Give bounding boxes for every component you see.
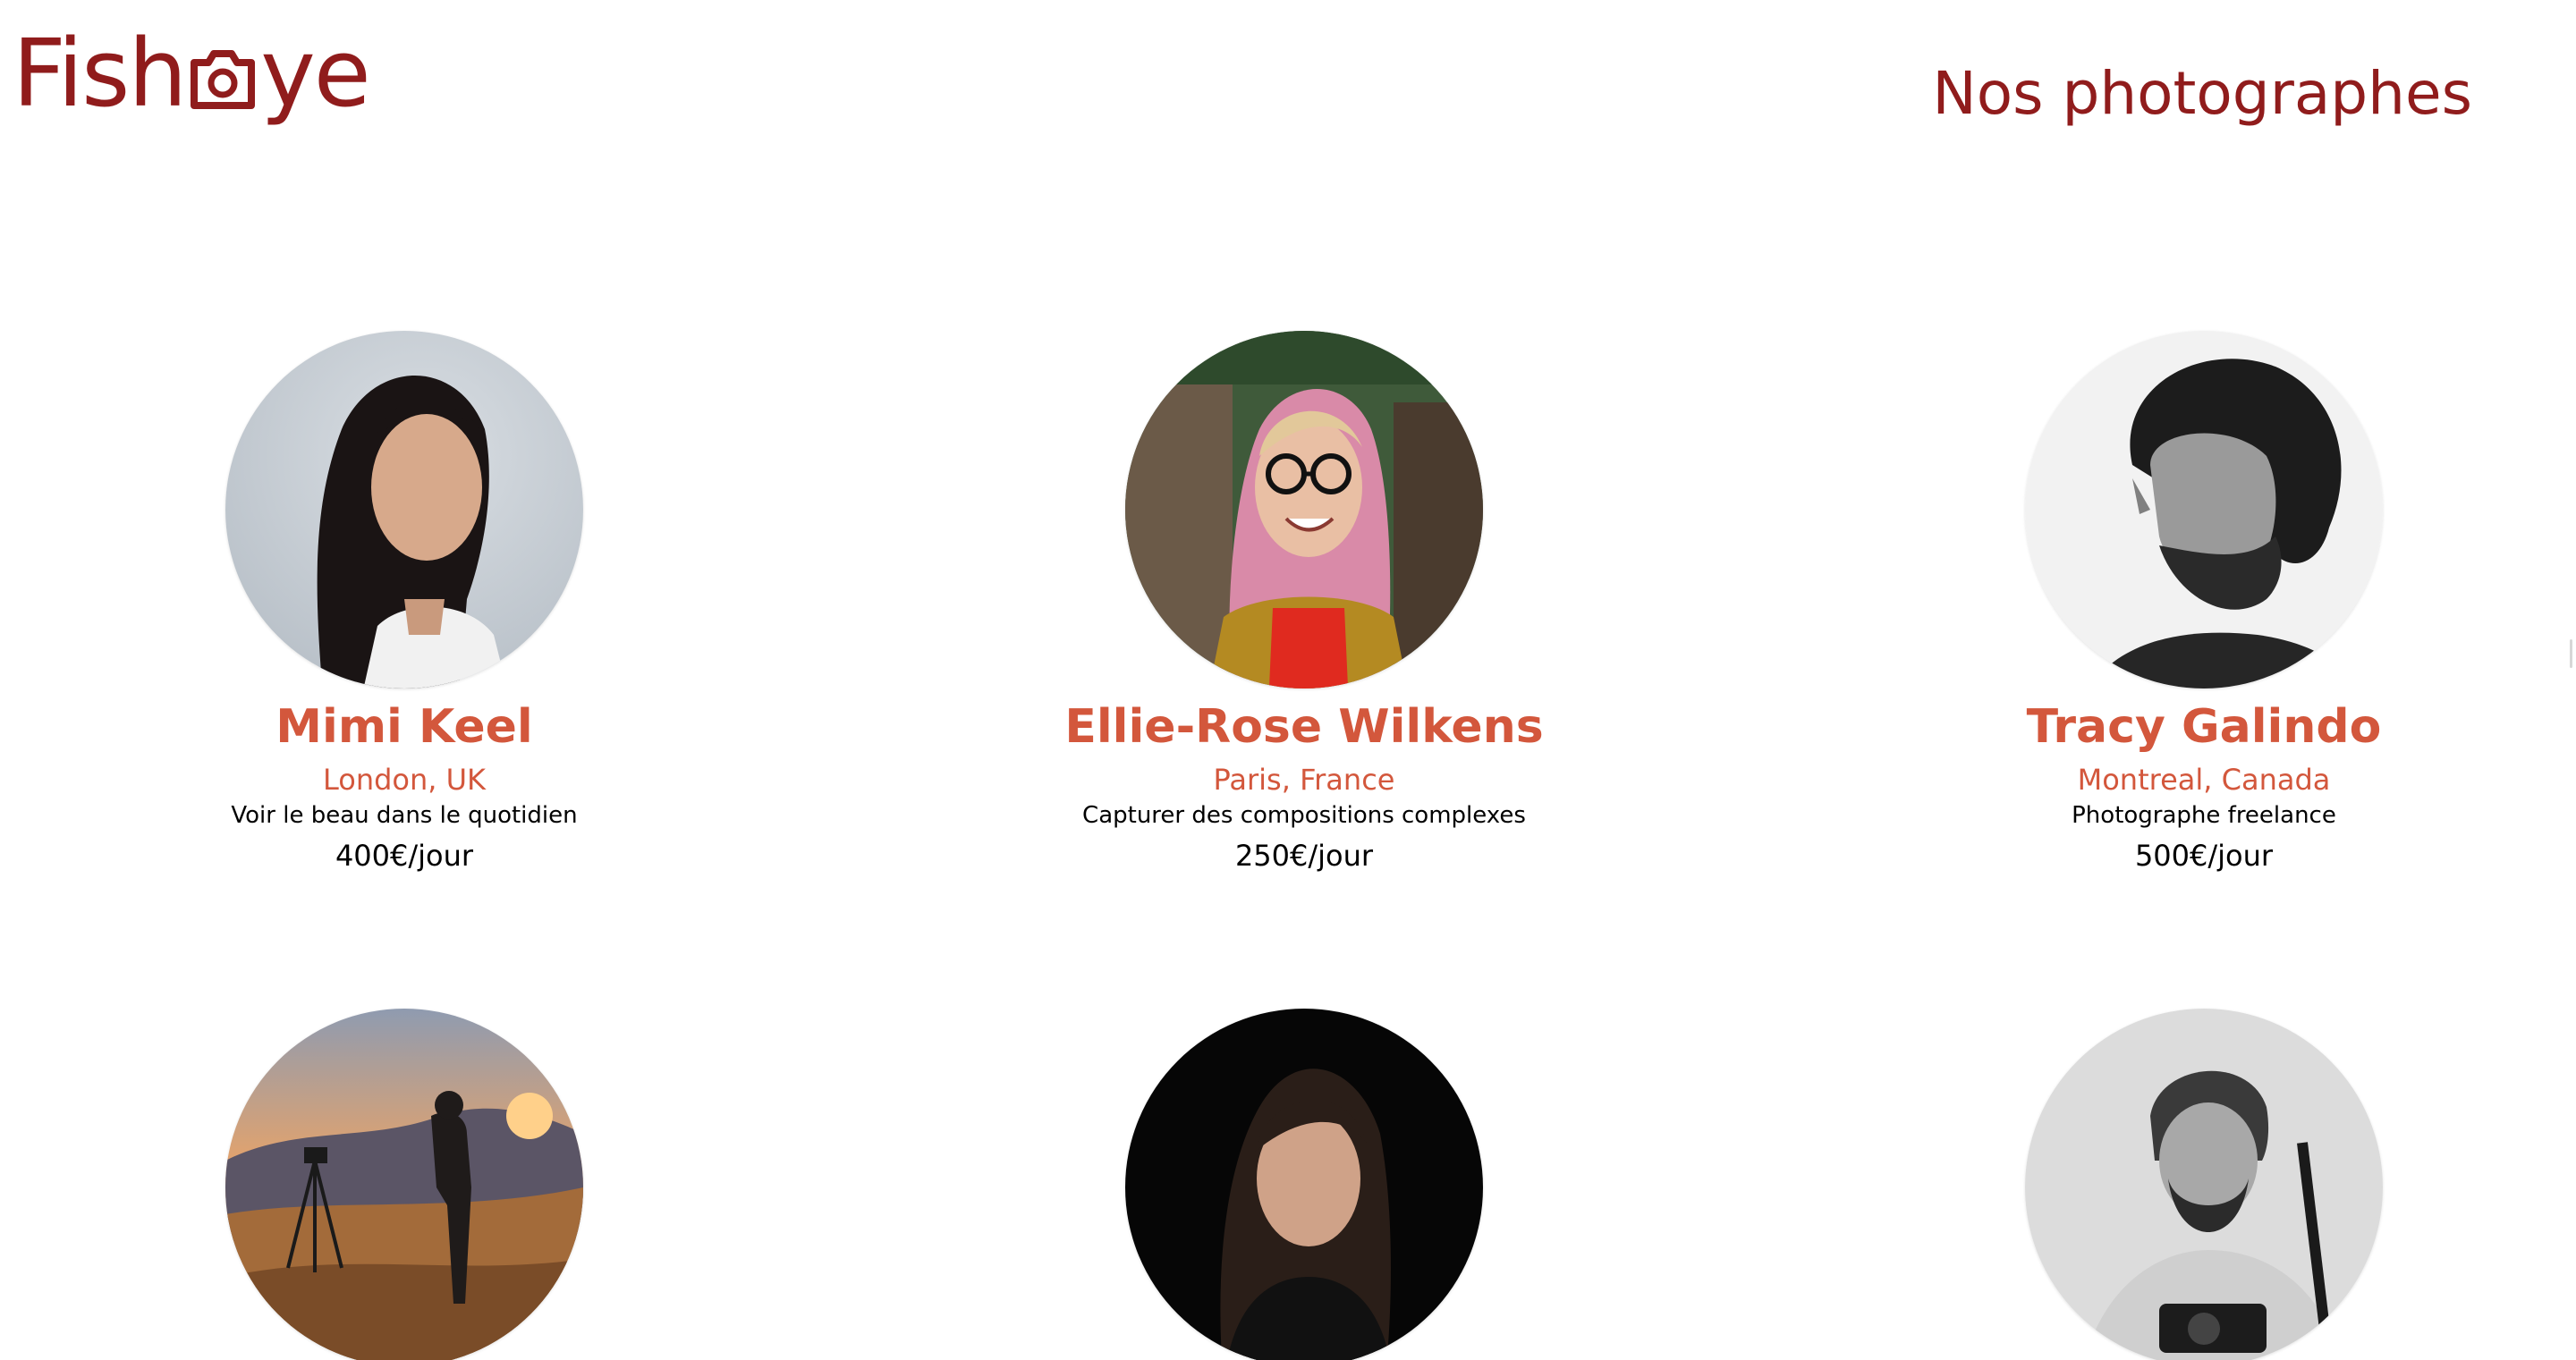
photographer-price: 400€/jour [335,838,474,873]
photographer-price: 250€/jour [1234,838,1374,873]
photographer-card[interactable]: Mimi Keel London, UK Voir le beau dans l… [47,331,762,873]
page-title: Nos photographes [1932,59,2472,128]
photographer-card[interactable]: Tracy Galindo Montreal, Canada Photograp… [1846,331,2562,873]
portrait-image [225,331,583,688]
portrait-image [1125,331,1483,688]
photographer-name: Mimi Keel [275,700,533,754]
photographer-card[interactable] [946,1009,1662,1360]
photographer-location: Montreal, Canada [2077,762,2331,797]
photographer-name: Tracy Galindo [2026,700,2382,754]
photographer-price: 500€/jour [2134,838,2274,873]
portrait-image [1125,1009,1483,1360]
page: Fish ye Nos photographes Mimi Keel Londo… [0,0,2576,1360]
photographer-location: London, UK [322,762,487,797]
photographer-tagline: Capturer des compositions complexes [1082,801,1526,829]
portrait-image [225,1009,583,1360]
site-header: Fish ye Nos photographes [0,0,2576,179]
portrait-image [2025,331,2383,688]
photographer-card[interactable] [47,1009,762,1360]
photographer-name: Ellie-Rose Wilkens [1064,700,1544,754]
logo-text-left: Fish [13,19,187,128]
portrait-image [2025,1009,2383,1360]
photographer-card[interactable] [1846,1009,2562,1360]
scrollbar[interactable] [2570,639,2572,668]
photographer-location: Paris, France [1213,762,1395,797]
fisheye-logo-link[interactable]: Fish ye [13,19,371,128]
photographer-tagline: Photographe freelance [2072,801,2336,829]
logo-text-right: ye [260,19,371,128]
photographer-tagline: Voir le beau dans le quotidien [231,801,578,829]
photographer-card[interactable]: Ellie-Rose Wilkens Paris, France Capture… [946,331,1662,873]
camera-icon [187,43,258,114]
